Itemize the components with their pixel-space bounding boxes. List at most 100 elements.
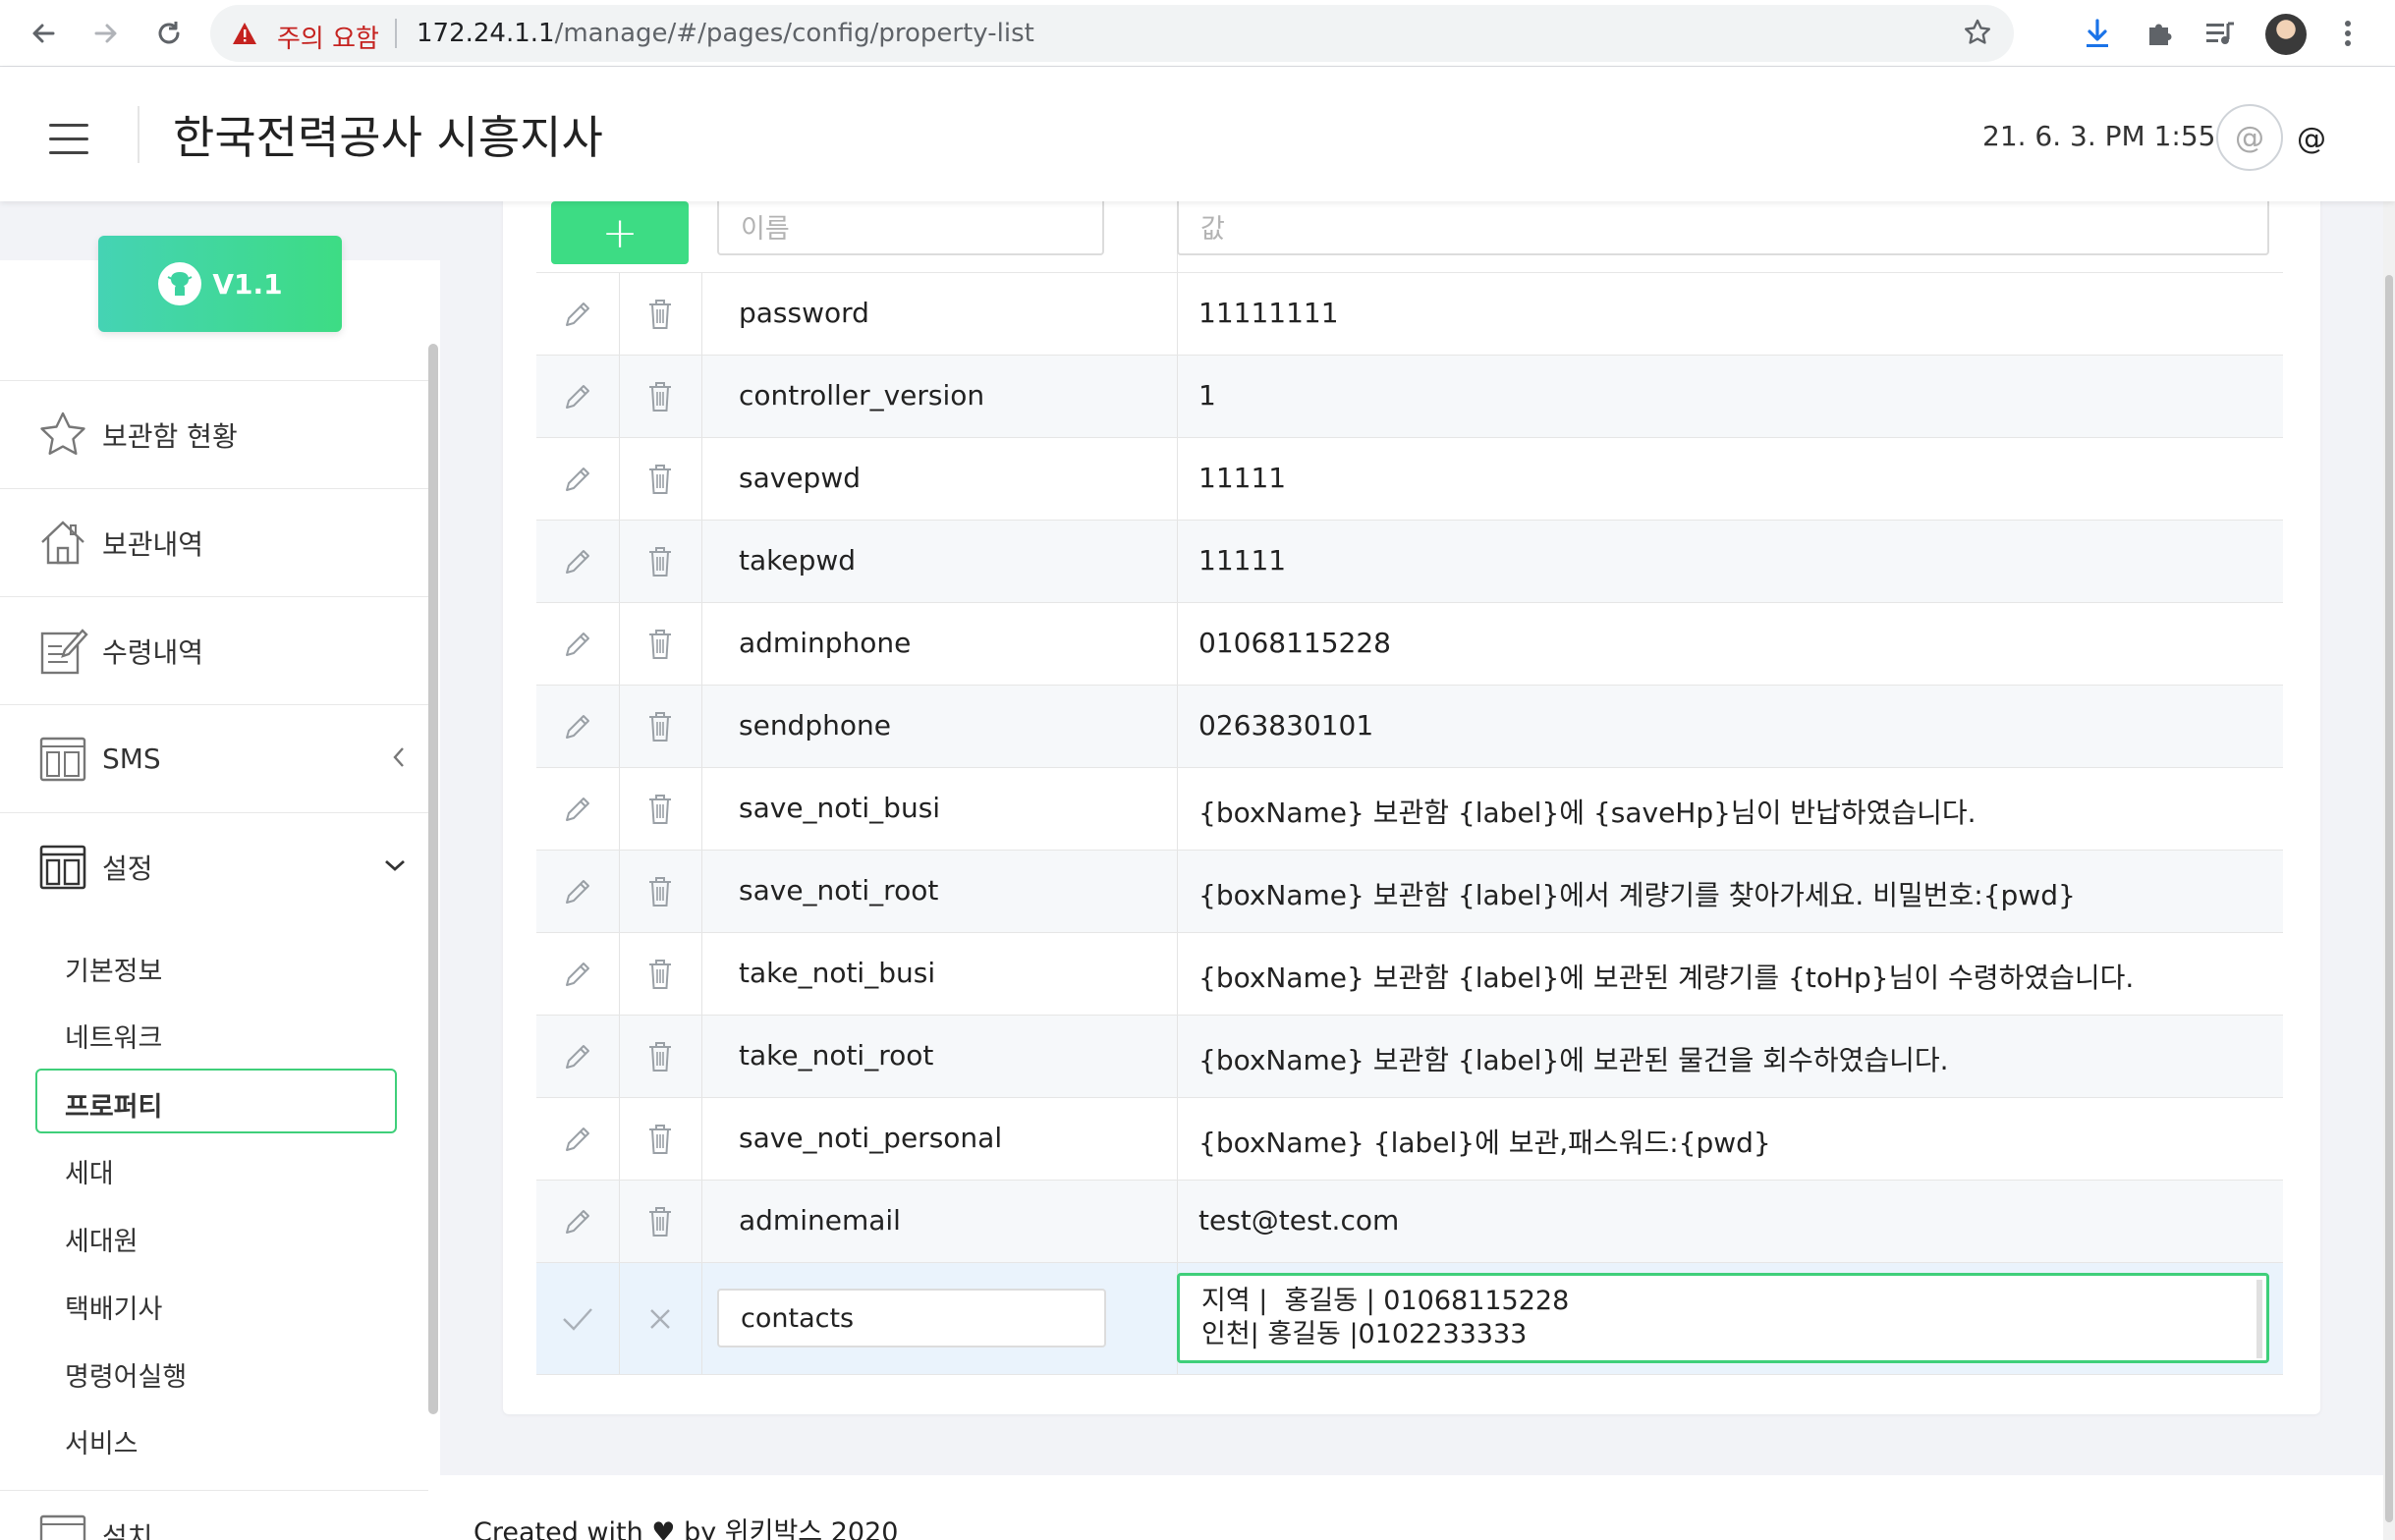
download-icon[interactable]: [2078, 14, 2117, 53]
sidebar-subitem-property[interactable]: 프로퍼티: [65, 1085, 162, 1124]
column-divider: [701, 1016, 702, 1097]
property-value: 01068115228: [1198, 627, 1391, 659]
url-text[interactable]: 172.24.1.1/manage/#/pages/config/propert…: [417, 19, 1034, 48]
trash-delete-icon[interactable]: [619, 1098, 701, 1180]
pencil-edit-icon[interactable]: [536, 521, 619, 602]
column-divider: [1177, 356, 1178, 437]
sidebar-item-storage-history[interactable]: 보관내역: [0, 488, 428, 596]
sidebar-item-receipt-history[interactable]: 수령내역: [0, 596, 428, 704]
table-row: save_noti_busi {boxName} 보관함 {label}에 {sa…: [536, 768, 2283, 851]
more-vertical-icon[interactable]: [2328, 14, 2367, 53]
sidebar-subitem-basic-info[interactable]: 기본정보: [65, 950, 162, 988]
confirm-check-icon[interactable]: [536, 1263, 619, 1374]
browser-toolbar: 주의 요함 172.24.1.1/manage/#/pages/config/p…: [0, 0, 2395, 67]
trash-delete-icon[interactable]: [619, 273, 701, 355]
pencil-edit-icon[interactable]: [536, 1016, 619, 1097]
security-warning-label[interactable]: 주의 요함: [277, 19, 379, 55]
app-header: 한국전력공사 시흥지사 21. 6. 3. PM 1:55 @ @: [0, 67, 2395, 201]
value-input[interactable]: 값: [1177, 196, 2269, 255]
page-scrollbar-thumb[interactable]: [2385, 275, 2393, 1522]
user-avatar[interactable]: @: [2216, 104, 2283, 171]
sidebar-subitem-household[interactable]: 세대: [65, 1152, 114, 1190]
profile-avatar[interactable]: [2265, 14, 2307, 55]
trash-delete-icon[interactable]: [619, 438, 701, 520]
sidebar-subitem-command[interactable]: 명령어실행: [65, 1355, 187, 1394]
textarea-scrollbar[interactable]: [2256, 1280, 2262, 1358]
url-host: 172.24.1.1: [417, 19, 555, 48]
pencil-edit-icon[interactable]: [536, 438, 619, 520]
back-arrow-icon[interactable]: [20, 10, 67, 57]
pencil-edit-icon[interactable]: [536, 1181, 619, 1262]
trash-delete-icon[interactable]: [619, 356, 701, 437]
property-name: takepwd: [739, 544, 857, 577]
column-divider: [1177, 1181, 1178, 1262]
table-row: sendphone 0263830101: [536, 686, 2283, 768]
main-content: + 이름 값 password 11111111 controller_versio…: [440, 192, 2395, 1540]
column-divider: [701, 933, 702, 1015]
column-divider: [701, 1263, 702, 1374]
pencil-edit-icon[interactable]: [536, 933, 619, 1015]
name-input[interactable]: 이름: [717, 196, 1104, 255]
property-name: controller_version: [739, 379, 985, 412]
sidebar-item-label: 수령내역: [102, 635, 204, 669]
sidebar-item-label: 설치: [102, 1521, 153, 1540]
sidebar-subitem-service[interactable]: 서비스: [65, 1422, 139, 1460]
github-icon: [158, 262, 202, 305]
version-button[interactable]: V1.1: [98, 236, 342, 332]
column-divider: [1177, 1016, 1178, 1097]
trash-delete-icon[interactable]: [619, 686, 701, 767]
user-name[interactable]: @: [2297, 122, 2326, 156]
pencil-edit-icon[interactable]: [536, 603, 619, 685]
property-name: savepwd: [739, 462, 861, 494]
property-value: {boxName} 보관함 {label}에 {saveHp}님이 반납하였습니…: [1198, 797, 1977, 829]
property-value: test@test.com: [1198, 1204, 1400, 1237]
property-value: 1: [1198, 379, 1216, 412]
trash-delete-icon[interactable]: [619, 1181, 701, 1262]
menu-toggle-icon[interactable]: [49, 124, 88, 154]
pencil-edit-icon[interactable]: [536, 768, 619, 850]
sidebar-scrollbar[interactable]: [428, 344, 438, 1414]
property-value: 0263830101: [1198, 709, 1374, 742]
extensions-puzzle-icon[interactable]: [2140, 14, 2179, 53]
media-playlist-icon[interactable]: [2200, 14, 2240, 53]
trash-delete-icon[interactable]: [619, 1016, 701, 1097]
column-divider: [1177, 273, 1178, 355]
trash-delete-icon[interactable]: [619, 521, 701, 602]
column-divider: [1177, 686, 1178, 767]
reload-icon[interactable]: [145, 10, 193, 57]
edit-value-textarea[interactable]: 지역 | 홍길동 | 01068115228 인천| 홍길동 |01022333…: [1177, 1273, 2269, 1363]
footer: Created with ♥ by 위키박스 2020: [440, 1475, 2383, 1540]
column-divider: [701, 273, 702, 355]
sidebar-item-label: 보관함 현황: [102, 419, 238, 453]
trash-delete-icon[interactable]: [619, 603, 701, 685]
edit-name-input[interactable]: contacts: [717, 1289, 1106, 1348]
table-row: adminphone 01068115228: [536, 603, 2283, 686]
pencil-edit-icon[interactable]: [536, 686, 619, 767]
pencil-edit-icon[interactable]: [536, 356, 619, 437]
table-row: password 11111111: [536, 273, 2283, 356]
property-value: 11111111: [1198, 297, 1339, 329]
column-divider: [701, 438, 702, 520]
pencil-edit-icon[interactable]: [536, 273, 619, 355]
sidebar-subitem-household-member[interactable]: 세대원: [65, 1220, 139, 1258]
bookmark-star-icon[interactable]: [1963, 18, 1992, 51]
forward-arrow-icon[interactable]: [83, 10, 130, 57]
table-row: savepwd 11111: [536, 438, 2283, 521]
address-bar[interactable]: 주의 요함 172.24.1.1/manage/#/pages/config/p…: [210, 5, 2014, 62]
trash-delete-icon[interactable]: [619, 851, 701, 932]
property-value: {boxName} 보관함 {label}에서 계량기를 찾아가세요. 비밀번호…: [1198, 879, 2076, 911]
sidebar-item-sms[interactable]: SMS: [0, 704, 428, 812]
pencil-edit-icon[interactable]: [536, 851, 619, 932]
trash-delete-icon[interactable]: [619, 933, 701, 1015]
add-property-button[interactable]: +: [551, 201, 689, 264]
sidebar-subitem-network[interactable]: 네트워크: [65, 1017, 162, 1055]
pencil-edit-icon[interactable]: [536, 1098, 619, 1180]
sidebar-subitem-courier[interactable]: 택배기사: [65, 1288, 162, 1326]
column-divider: [701, 603, 702, 685]
table-row: save_noti_root {boxName} 보관함 {label}에서 계량…: [536, 851, 2283, 933]
trash-delete-icon[interactable]: [619, 768, 701, 850]
sidebar-item-settings[interactable]: 설정: [0, 812, 428, 920]
sidebar-item-locker-status[interactable]: 보관함 현황: [0, 380, 428, 488]
sidebar-item-install[interactable]: 설치: [0, 1490, 428, 1540]
cancel-x-icon[interactable]: [619, 1263, 701, 1374]
